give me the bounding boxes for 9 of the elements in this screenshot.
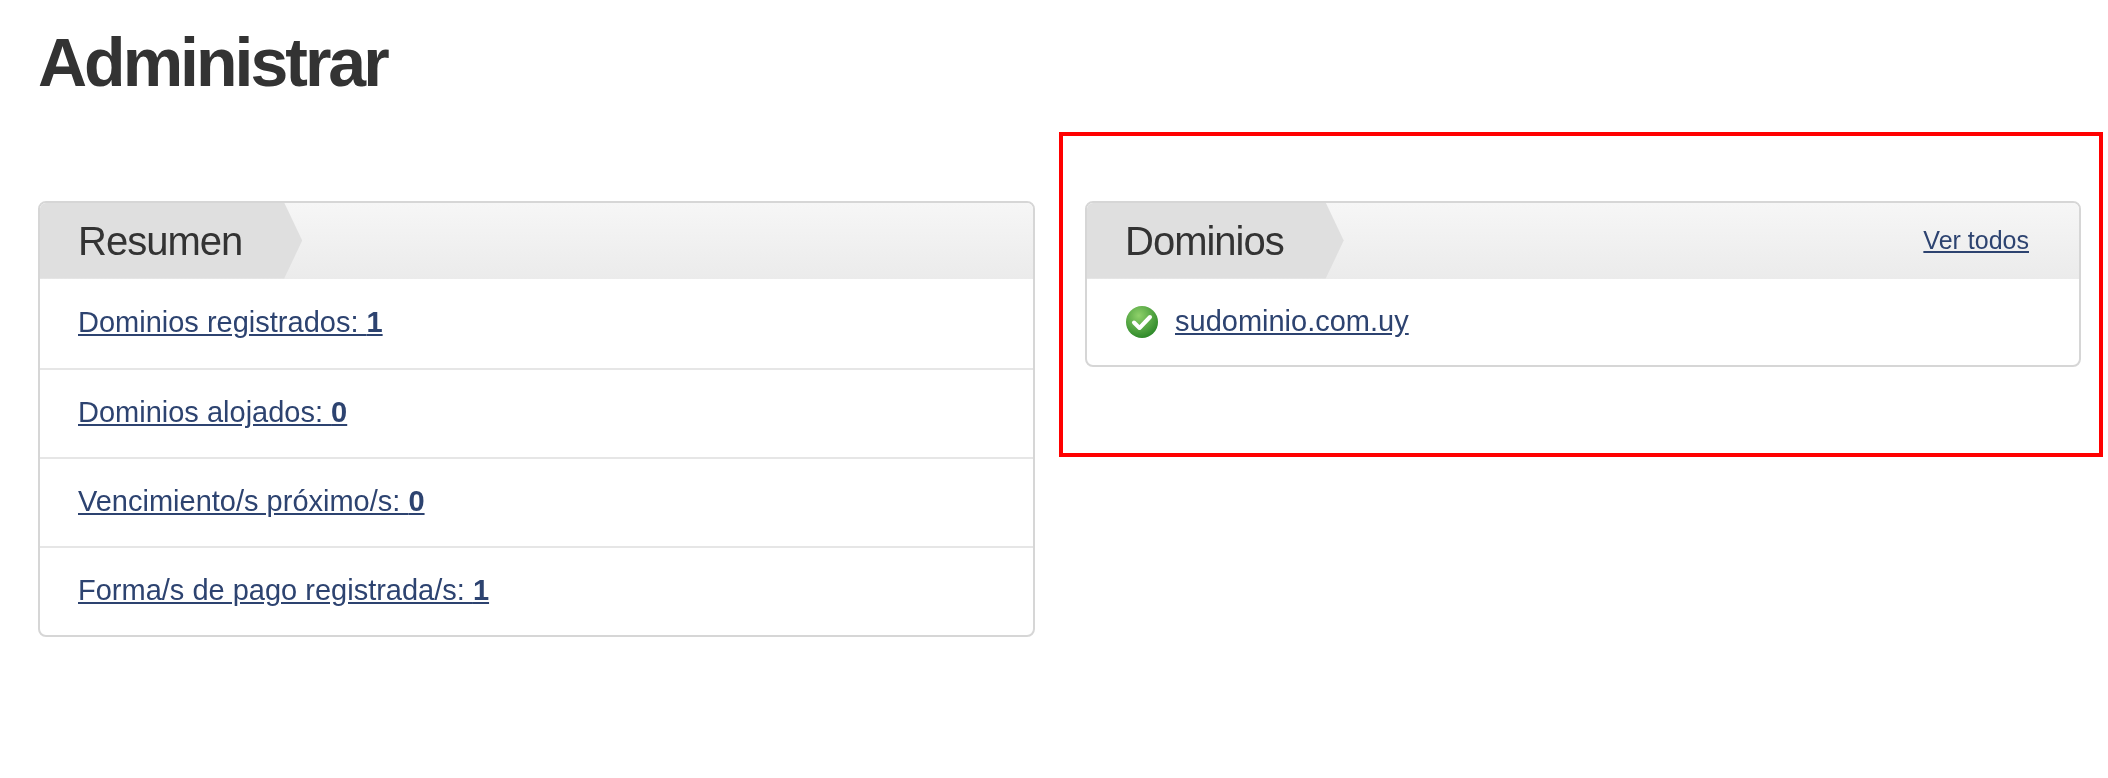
view-all-link[interactable]: Ver todos xyxy=(1923,221,2029,260)
summary-link[interactable]: Dominios alojados: 0 xyxy=(78,391,348,435)
card-title: Resumen xyxy=(40,202,303,279)
domain-link[interactable]: sudominio.com.uy xyxy=(1175,299,1409,344)
page-title: Administrar xyxy=(38,23,389,102)
summary-link[interactable]: Vencimiento/s próximo/s: 0 xyxy=(78,480,425,524)
summary-link[interactable]: Forma/s de pago registrada/s: 1 xyxy=(78,569,490,613)
card-title: Dominios xyxy=(1087,202,1344,279)
summary-link[interactable]: Dominios registrados: 1 xyxy=(78,301,383,345)
